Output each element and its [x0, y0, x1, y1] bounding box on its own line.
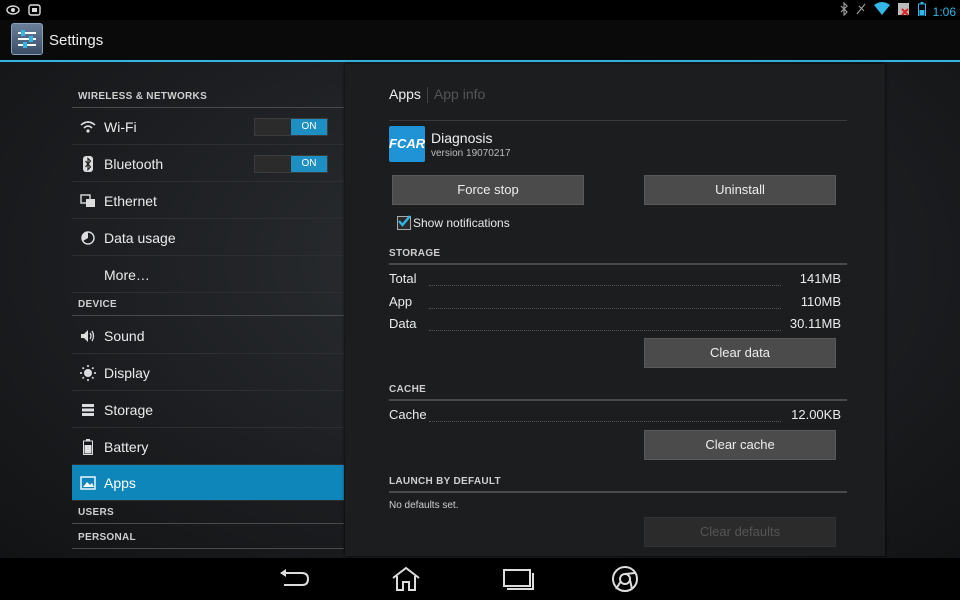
- breadcrumb-app-info: App info: [433, 86, 486, 102]
- action-bar: Settings: [0, 20, 960, 62]
- sidebar-item-more[interactable]: More…: [72, 257, 344, 293]
- section-header-users: USERS: [72, 502, 344, 524]
- clear-defaults-button: Clear defaults: [644, 517, 836, 547]
- storage-row-total: Total 141MB: [389, 271, 841, 289]
- no-sim-icon: [897, 2, 911, 21]
- sidebar-item-storage[interactable]: Storage: [72, 392, 344, 428]
- show-notifications-checkbox[interactable]: [397, 215, 411, 230]
- bluetooth-toggle[interactable]: ON: [254, 155, 328, 173]
- no-sound-icon: [855, 2, 867, 21]
- storage-value: 141MB: [795, 271, 841, 286]
- clear-data-button[interactable]: Clear data: [644, 338, 836, 368]
- section-header-device: DEVICE: [72, 294, 344, 316]
- home-icon[interactable]: [389, 565, 423, 593]
- bluetooth-icon: [72, 155, 104, 172]
- sidebar-item-label: Data usage: [104, 229, 176, 246]
- sidebar-item-data-usage[interactable]: Data usage: [72, 220, 344, 256]
- ethernet-icon: [72, 193, 104, 208]
- data-usage-icon: [72, 230, 104, 245]
- status-bar: 1:06: [0, 0, 960, 20]
- display-icon: [72, 364, 104, 381]
- uninstall-button[interactable]: Uninstall: [644, 175, 836, 205]
- page-title: Settings: [49, 32, 104, 49]
- app-info-panel: Apps App info FCAR Diagnosis version 1907…: [345, 64, 885, 556]
- storage-label: Data: [389, 316, 417, 331]
- storage-label: App: [389, 294, 413, 309]
- sidebar-item-bluetooth[interactable]: Bluetooth ON: [72, 146, 344, 182]
- section-header-launch-default: LAUNCH BY DEFAULT: [389, 476, 501, 487]
- cache-value: 12.00KB: [787, 407, 841, 422]
- clock: 1:06: [932, 4, 956, 19]
- storage-value: 110MB: [796, 294, 841, 309]
- force-stop-button[interactable]: Force stop: [392, 175, 584, 205]
- breadcrumb: Apps App info: [389, 86, 486, 104]
- sidebar-item-battery[interactable]: Battery: [72, 429, 344, 465]
- sidebar-item-label: Battery: [104, 438, 149, 455]
- sound-icon: [72, 329, 104, 343]
- sidebar-item-label: Wi-Fi: [104, 118, 137, 135]
- divider: [389, 120, 847, 121]
- storage-icon: [72, 403, 104, 417]
- sidebar-item-label: Apps: [104, 474, 136, 491]
- wifi-icon: [72, 120, 104, 133]
- no-defaults-text: No defaults set.: [389, 500, 459, 511]
- sidebar-item-label: Display: [104, 364, 150, 381]
- storage-row-app: App 110MB: [389, 294, 841, 312]
- toggle-on-label: ON: [291, 119, 327, 135]
- toggle-on-label: ON: [291, 156, 327, 172]
- navigation-bar: [0, 558, 960, 600]
- back-icon[interactable]: [277, 565, 311, 593]
- sidebar-item-ethernet[interactable]: Ethernet: [72, 183, 344, 219]
- sidebar-item-display[interactable]: Display: [72, 355, 344, 391]
- eye-icon: [6, 3, 20, 21]
- sidebar-item-wifi[interactable]: Wi-Fi ON: [72, 109, 344, 145]
- section-header-cache: CACHE: [389, 384, 427, 395]
- app-version: version 19070217: [431, 148, 511, 159]
- sidebar-item-label: Sound: [104, 327, 145, 344]
- settings-icon[interactable]: [11, 23, 43, 55]
- sidebar-item-label: Ethernet: [104, 192, 157, 209]
- storage-value: 30.11MB: [785, 316, 841, 331]
- wifi-icon: [873, 2, 890, 21]
- sidebar-item-label: Storage: [104, 401, 154, 418]
- wifi-toggle[interactable]: ON: [254, 118, 328, 136]
- cache-label: Cache: [389, 407, 427, 422]
- section-header-personal: PERSONAL: [72, 527, 344, 549]
- storage-row-data: Data 30.11MB: [389, 316, 841, 334]
- checkmark-icon: [398, 215, 411, 227]
- storage-label: Total: [389, 271, 417, 286]
- show-notifications-label: Show notifications: [413, 216, 510, 230]
- sidebar-item-apps[interactable]: Apps: [72, 465, 344, 501]
- app-name: Diagnosis: [431, 130, 493, 146]
- apps-icon: [72, 475, 104, 490]
- battery-icon: [917, 2, 926, 21]
- fcar-app-icon: FCAR: [389, 126, 425, 162]
- breadcrumb-apps[interactable]: Apps: [389, 86, 421, 102]
- cache-row: Cache 12.00KB: [389, 407, 841, 425]
- sidebar-item-label: More…: [104, 266, 150, 283]
- chrome-icon[interactable]: [608, 565, 642, 593]
- recents-icon[interactable]: [501, 565, 535, 593]
- sidebar-item-label: Bluetooth: [104, 155, 164, 172]
- sidebar-item-sound[interactable]: Sound: [72, 318, 344, 354]
- bluetooth-icon: [840, 1, 848, 21]
- section-header-wireless: WIRELESS & NETWORKS: [72, 86, 344, 108]
- settings-list: WIRELESS & NETWORKS Wi-Fi ON Bluetooth O…: [72, 62, 344, 558]
- battery-icon: [72, 438, 104, 455]
- screen-icon: [28, 3, 41, 21]
- section-header-storage: STORAGE: [389, 248, 441, 259]
- clear-cache-button[interactable]: Clear cache: [644, 430, 836, 460]
